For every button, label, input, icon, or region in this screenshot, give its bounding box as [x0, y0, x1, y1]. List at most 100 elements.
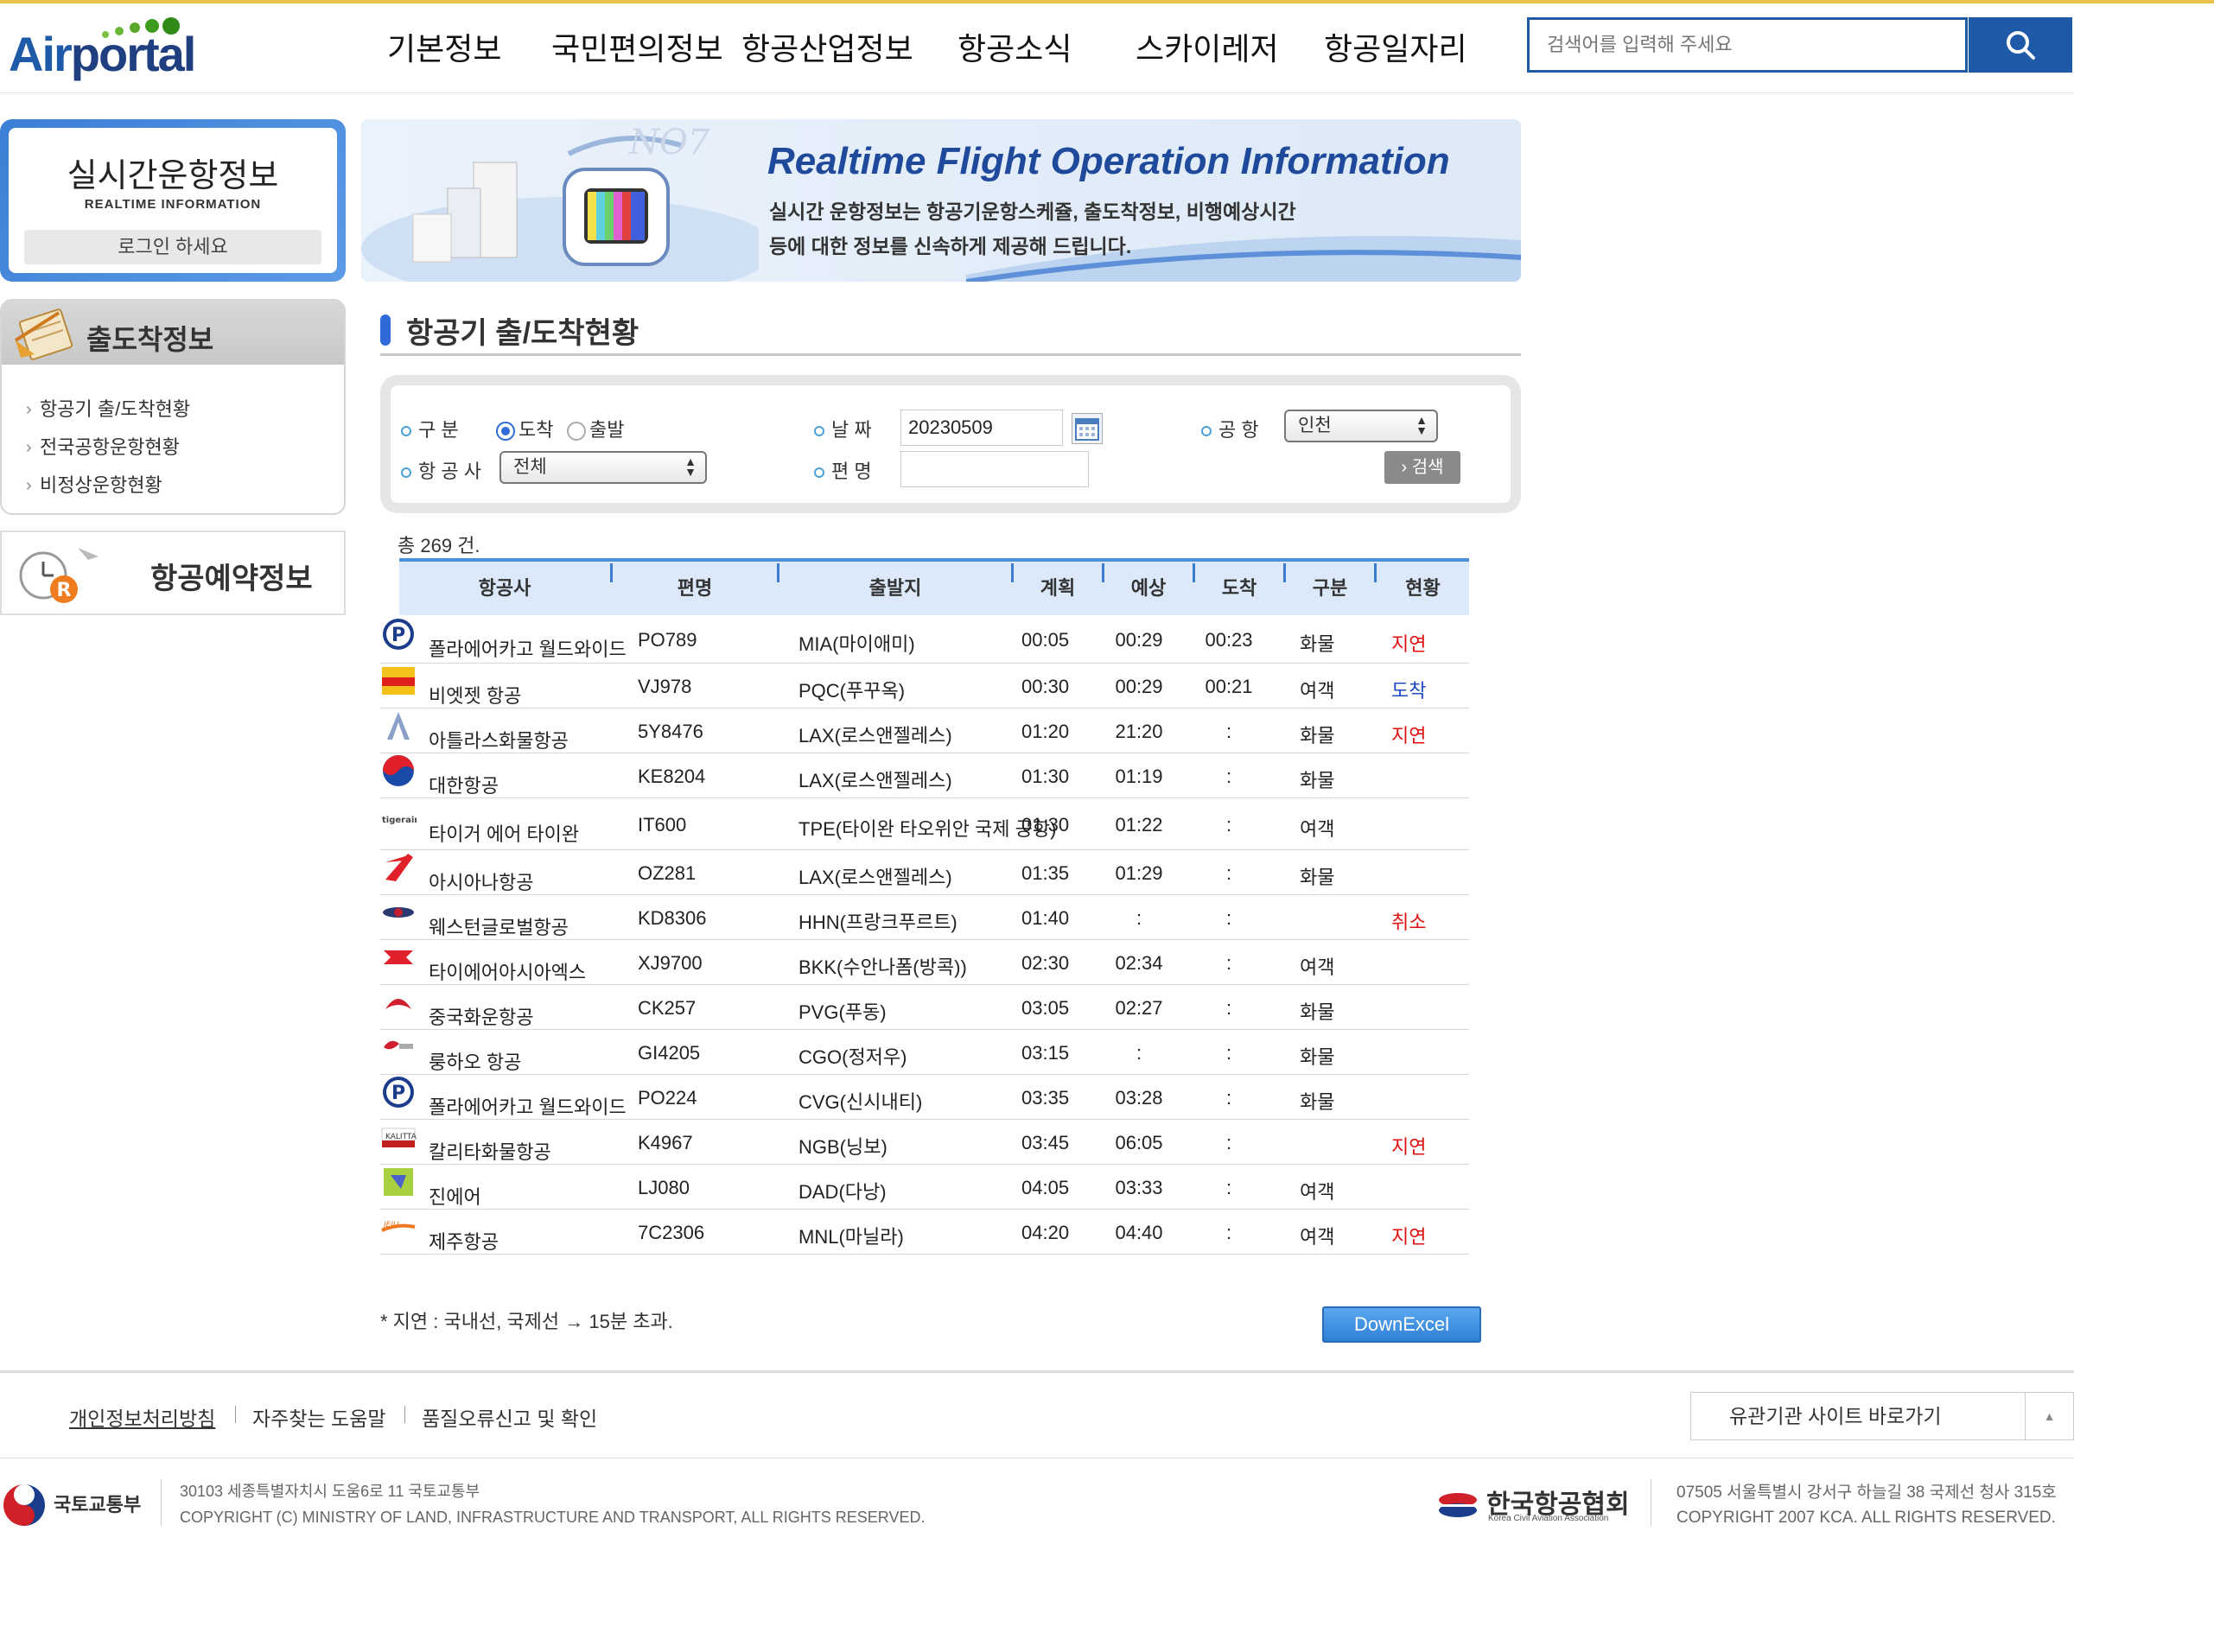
select-arrows-icon: ▲ ▼ — [684, 454, 697, 479]
kca-subtitle: Korea Civil Aviation Association — [1488, 1514, 1609, 1523]
banner-desc-line1: 실시간 운항정보는 항공기운항스케쥴, 출도착정보, 비행예상시간 — [769, 200, 1296, 223]
flight-search-form: 구 분 도착 출발 항 공 사 전체 ▲ ▼ 날 짜 20230509 편 명 공 … — [380, 375, 1521, 513]
cell-flight: OZ281 — [638, 862, 697, 884]
departure-radio[interactable]: 출발 — [567, 415, 624, 442]
cell-status: 지연 — [1391, 725, 1427, 747]
cell-arrive-time: : — [1225, 721, 1232, 742]
sidebar-item-irregular-ops[interactable]: 비정상운항현황 — [26, 467, 344, 505]
related-sites-select[interactable]: 유관기관 사이트 바로가기 ▲ — [1690, 1392, 2074, 1440]
calendar-button[interactable] — [1072, 413, 1103, 444]
nav-sky-leisure[interactable]: 스카이레저 — [1136, 24, 1279, 69]
col-flight: 편명 — [677, 577, 713, 599]
cell-kind: 화물 — [1300, 867, 1335, 888]
nav-aviation-industry[interactable]: 항공산업정보 — [741, 24, 913, 69]
cell-airline: 대한항공 — [429, 775, 499, 797]
vietjet-airline-logo-icon — [380, 664, 417, 698]
cell-expect-time: 21:20 — [1115, 721, 1163, 742]
col-expect: 예상 — [1130, 577, 1167, 599]
nav-public-convenience[interactable]: 국민편의정보 — [551, 24, 723, 69]
cell-origin: NGB(닝보) — [798, 1136, 888, 1158]
airasia-airline-logo-icon — [380, 940, 417, 975]
cell-kind: 화물 — [1300, 1001, 1335, 1023]
molit-logo-icon — [3, 1484, 45, 1526]
cell-airline: 중국화운항공 — [429, 1007, 534, 1028]
reservation-title: 항공예약정보 — [150, 562, 313, 595]
col-origin: 출발지 — [868, 577, 922, 599]
cell-flight: 7C2306 — [638, 1222, 705, 1243]
airportal-logo[interactable]: Airportal — [9, 16, 196, 85]
polar-airline-logo-icon: P — [380, 1075, 417, 1109]
cell-kind: 여객 — [1300, 956, 1335, 978]
cell-airline: 타이거 에어 타이완 — [429, 823, 580, 845]
sidebar-item-national-airports[interactable]: 전국공항운항현황 — [26, 429, 344, 467]
flight-number-input[interactable] — [900, 451, 1089, 487]
airline-select[interactable]: 전체 ▲ ▼ — [499, 451, 707, 484]
cell-flight: CK257 — [638, 997, 697, 1019]
table-row: 아틀라스화물항공 5Y8476 LAX(로스앤젤레스) 01:20 21:20: 화물 지연 — [380, 708, 1469, 753]
cell-origin: LAX(로스앤젤레스) — [798, 770, 952, 791]
cell-plan-time: 03:05 — [1021, 997, 1070, 1019]
airport-select[interactable]: 인천 ▲ ▼ — [1284, 410, 1438, 442]
nav-aviation-jobs[interactable]: 항공일자리 — [1324, 24, 1467, 69]
search-box — [1527, 17, 1968, 73]
cell-flight: XJ9700 — [638, 952, 703, 974]
reservation-info-box[interactable]: R 항공예약정보 — [0, 531, 346, 615]
cell-flight: LJ080 — [638, 1177, 690, 1198]
cell-flight: K4967 — [638, 1132, 693, 1153]
cell-expect-time: 04:40 — [1115, 1222, 1163, 1243]
login-button[interactable]: 로그인 하세요 — [24, 230, 321, 264]
nav-aviation-news[interactable]: 항공소식 — [957, 24, 1072, 69]
cell-origin: PVG(푸동) — [798, 1001, 887, 1023]
svg-text:R: R — [57, 580, 72, 601]
cell-origin: MNL(마닐라) — [798, 1226, 904, 1248]
bullet-icon — [1201, 426, 1212, 437]
search-button[interactable] — [1969, 17, 2072, 73]
type-label: 구 분 — [418, 419, 459, 441]
kalitta-airline-logo-icon: KALITTA — [380, 1120, 417, 1154]
site-header: Airportal 기본정보 국민편의정보 항공산업정보 항공소식 스카이레저 … — [0, 3, 2074, 93]
cell-origin: CGO(정저우) — [798, 1046, 907, 1068]
cell-arrive-time: : — [1225, 1042, 1232, 1064]
table-row: 진에어 LJ080 DAD(다낭) 04:05 03:33: 여객 — [380, 1165, 1469, 1210]
molit-address: 30103 세종특별자치시 도움6로 11 국토교통부 — [180, 1483, 480, 1500]
footer-link-quality-report[interactable]: 품질오류신고 및 확인 — [422, 1402, 597, 1432]
table-row: 아시아나항공 OZ281 LAX(로스앤젤레스) 01:35 01:29: 화물 — [380, 850, 1469, 895]
cell-airline: 룽하오 항공 — [429, 1052, 522, 1073]
cell-airline: 칼리타화물항공 — [429, 1141, 551, 1163]
realtime-banner: NO7 Realtime Flight Operation Informatio… — [361, 119, 1521, 282]
nav-basic-info[interactable]: 기본정보 — [387, 24, 501, 69]
table-row: 중국화운항공 CK257 PVG(푸동) 03:05 02:27: 화물 — [380, 985, 1469, 1030]
search-input[interactable] — [1530, 20, 1965, 70]
cell-plan-time: 01:35 — [1021, 862, 1070, 884]
kca-address: 07505 서울특별시 강서구 하늘길 38 국제선 청사 315호 — [1676, 1484, 2057, 1502]
footer-link-help[interactable]: 자주찾는 도움말 — [252, 1402, 386, 1432]
table-row: 타이에어아시아엑스 XJ9700 BKK(수안나폼(방콕)) 02:30 02:34: 여… — [380, 940, 1469, 985]
radio-unchecked-icon — [567, 422, 586, 442]
cell-origin: LAX(로스앤젤레스) — [798, 725, 952, 747]
realtime-info-box: 실시간운항정보 REALTIME INFORMATION 로그인 하세요 — [0, 119, 346, 282]
search-submit-button[interactable]: › 검색 — [1384, 451, 1460, 484]
date-input[interactable]: 20230509 — [900, 410, 1063, 446]
footer-link-privacy[interactable]: 개인정보처리방침 — [69, 1402, 215, 1432]
sidebar-item-flight-status[interactable]: 항공기 출/도착현황 — [26, 391, 344, 429]
cell-flight: PO224 — [638, 1087, 697, 1109]
table-row: P 폴라에어카고 월드와이드 PO789 MIA(마이애미) 00:05 00:29 00:… — [380, 615, 1469, 664]
cell-kind: 여객 — [1300, 680, 1335, 702]
kca-copyright: COPYRIGHT 2007 KCA. ALL RIGHTS RESERVED. — [1676, 1509, 2056, 1527]
cell-plan-time: 00:30 — [1021, 676, 1070, 697]
cell-kind: 화물 — [1300, 725, 1335, 747]
cell-kind: 화물 — [1300, 770, 1335, 791]
banner-title: Realtime Flight Operation Information — [767, 140, 1450, 182]
svg-text:tigerair: tigerair — [382, 816, 417, 825]
cell-arrive-time: : — [1225, 1087, 1232, 1109]
cell-plan-time: 01:30 — [1021, 766, 1070, 787]
cell-airline: 타이에어아시아엑스 — [429, 962, 587, 983]
arrival-radio[interactable]: 도착 — [496, 415, 553, 442]
download-excel-button[interactable]: DownExcel — [1322, 1306, 1481, 1343]
realtime-title: 실시간운항정보 — [67, 158, 279, 194]
col-kind: 구분 — [1312, 577, 1348, 599]
cell-kind: 여객 — [1300, 1181, 1335, 1203]
date-label: 날 짜 — [831, 419, 872, 441]
realtime-subtitle: REALTIME INFORMATION — [84, 197, 262, 212]
cell-expect-time: 03:33 — [1115, 1177, 1163, 1198]
